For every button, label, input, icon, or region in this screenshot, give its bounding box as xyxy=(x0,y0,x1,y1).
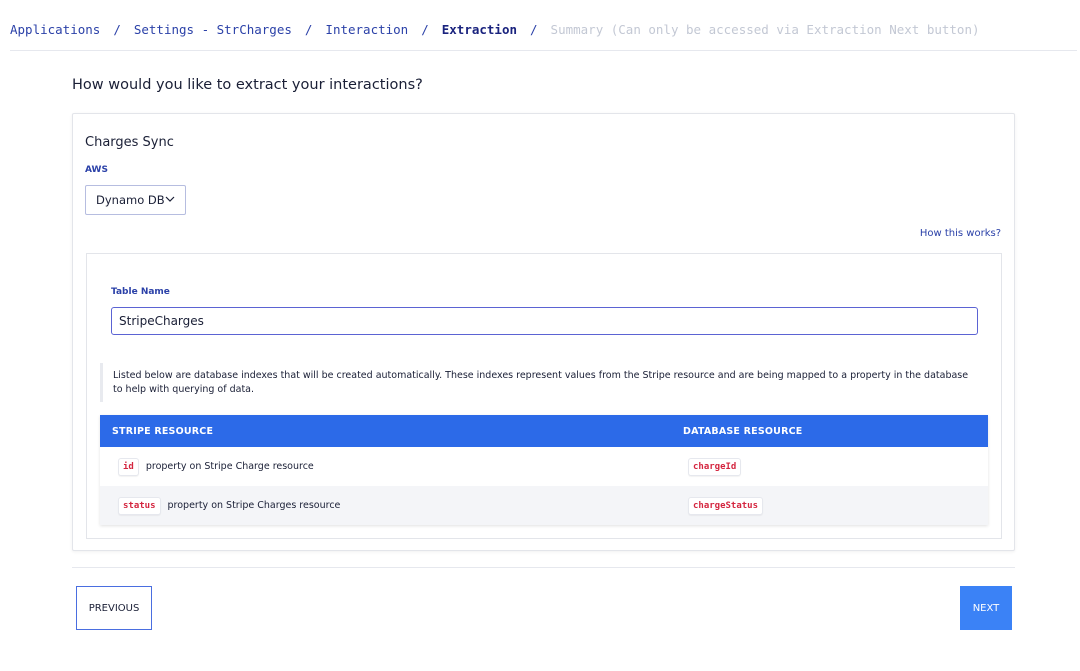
table-name-label: Table Name xyxy=(111,287,170,297)
provider-select[interactable]: Dynamo DB xyxy=(85,185,186,215)
header-database-resource: DATABASE RESOURCE xyxy=(683,425,803,437)
breadcrumb-separator: / xyxy=(113,22,121,37)
charges-sync-card: Charges Sync AWS Dynamo DB How this work… xyxy=(72,113,1015,551)
database-property-code: chargeId xyxy=(688,457,742,476)
table-row: status property on Stripe Charges resour… xyxy=(100,486,988,525)
breadcrumb-separator: / xyxy=(304,22,313,37)
header-divider xyxy=(10,50,1077,51)
stripe-property-desc: property on Stripe Charge resource xyxy=(145,461,314,472)
table-config-panel: Table Name Listed below are database ind… xyxy=(86,253,1002,539)
breadcrumb-interaction[interactable]: Interaction xyxy=(325,22,408,37)
stripe-property-code: id xyxy=(118,457,139,476)
breadcrumb-applications[interactable]: Applications xyxy=(10,22,100,37)
card-title: Charges Sync xyxy=(85,135,174,150)
provider-label: AWS xyxy=(85,165,108,175)
breadcrumb-separator: / xyxy=(421,22,429,37)
how-this-works-link[interactable]: How this works? xyxy=(920,228,1001,239)
indexes-info-text: Listed below are database indexes that w… xyxy=(100,363,988,402)
breadcrumb: Applications / Settings - StrCharges / I… xyxy=(10,22,1070,37)
index-mapping-table: STRIPE RESOURCE DATABASE RESOURCE id pro… xyxy=(100,415,988,525)
breadcrumb-summary: Summary (Can only be accessed via Extrac… xyxy=(550,22,980,37)
breadcrumb-separator: / xyxy=(530,22,538,37)
page-title: How would you like to extract your inter… xyxy=(72,77,423,93)
next-button[interactable]: NEXT xyxy=(960,586,1012,630)
database-property-code: chargeStatus xyxy=(688,496,764,515)
footer-divider xyxy=(72,567,1015,568)
stripe-property-code: status xyxy=(118,496,161,515)
provider-select-value: Dynamo DB xyxy=(96,193,165,207)
breadcrumb-extraction: Extraction xyxy=(441,22,518,37)
table-row: id property on Stripe Charge resource ch… xyxy=(100,447,988,486)
previous-button[interactable]: PREVIOUS xyxy=(76,586,152,630)
header-stripe-resource: STRIPE RESOURCE xyxy=(112,425,214,437)
table-header-row: STRIPE RESOURCE DATABASE RESOURCE xyxy=(100,415,988,447)
stripe-property-desc: property on Stripe Charges resource xyxy=(167,500,341,511)
breadcrumb-settings[interactable]: Settings - StrCharges xyxy=(134,22,292,37)
chevron-down-icon xyxy=(165,196,175,202)
table-name-input[interactable] xyxy=(111,307,978,335)
